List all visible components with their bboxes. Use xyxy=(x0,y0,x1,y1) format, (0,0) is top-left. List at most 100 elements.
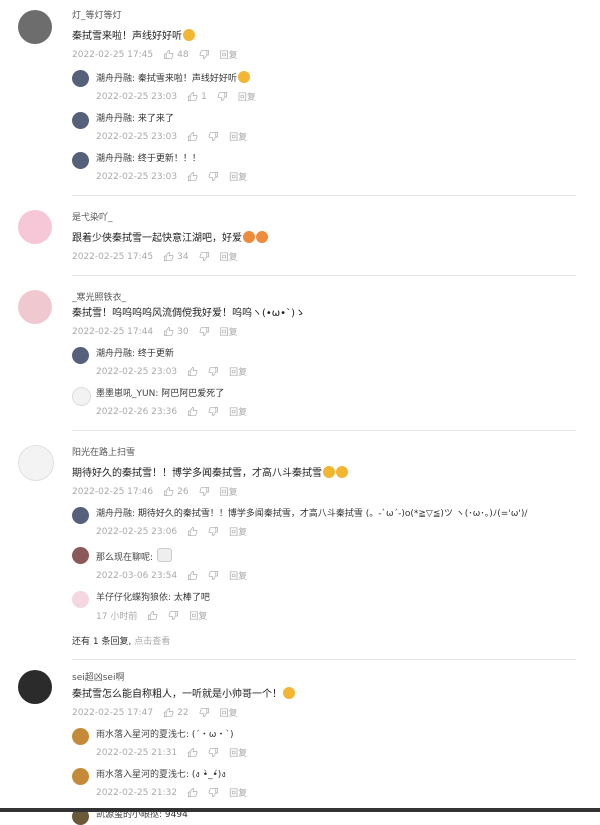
comment-author[interactable]: 灯_等灯等灯 xyxy=(72,8,576,21)
reply-item: 墨墨崽吼_YUN: 阿巴阿巴爱死了 2022-02-26 23:36 回复 xyxy=(72,387,576,418)
heart-eyes-emoji-icon xyxy=(243,231,255,243)
like-button[interactable] xyxy=(187,131,198,142)
dislike-button[interactable] xyxy=(217,91,228,102)
comment-thread: sei超凶sei啊 秦拭雪怎么能自称粗人，一听就是小帅哥一个！ 2022-02-… xyxy=(0,660,600,825)
reply-text: (ง •̀_•́)ง xyxy=(191,770,226,780)
avatar[interactable] xyxy=(72,547,89,564)
avatar[interactable] xyxy=(18,290,52,324)
dislike-button[interactable] xyxy=(208,747,219,758)
dislike-button[interactable] xyxy=(208,131,219,142)
like-button[interactable]: 1 xyxy=(187,91,207,102)
reply-button[interactable]: 回复 xyxy=(220,706,238,719)
dislike-button[interactable] xyxy=(208,171,219,182)
like-button[interactable] xyxy=(187,366,198,377)
dislike-button[interactable] xyxy=(208,526,219,537)
bottom-scroll-bar xyxy=(0,808,600,812)
comment-author[interactable]: 阳光在路上扫雪 xyxy=(72,445,576,458)
thumb-up-icon xyxy=(187,747,198,758)
like-button[interactable] xyxy=(187,747,198,758)
reply-button[interactable]: 回复 xyxy=(229,786,247,799)
thumb-up-icon xyxy=(187,526,198,537)
reply-button[interactable]: 回复 xyxy=(229,569,247,582)
dislike-button[interactable] xyxy=(168,610,179,621)
comment-author[interactable]: _寒光照铁衣_ xyxy=(72,290,576,303)
reply-author[interactable]: 雨水落入星河的夏浅七: xyxy=(96,730,189,740)
thumb-down-icon xyxy=(199,251,210,262)
view-more-link[interactable]: 点击查看 xyxy=(134,637,170,647)
reply-author[interactable]: 潮舟丹融: xyxy=(96,114,135,124)
avatar[interactable] xyxy=(72,768,89,785)
reply-button[interactable]: 回复 xyxy=(220,250,238,263)
avatar[interactable] xyxy=(18,10,52,44)
reply-item: 雨水落入星河的夏浅七: (ง •̀_•́)ง 2022-02-25 21:32 … xyxy=(72,768,576,799)
reply-button[interactable]: 回复 xyxy=(229,170,247,183)
avatar[interactable] xyxy=(72,728,89,745)
reply-author[interactable]: 潮舟丹融: xyxy=(96,509,135,519)
dislike-button[interactable] xyxy=(208,787,219,798)
like-count: 22 xyxy=(177,707,189,718)
like-button[interactable] xyxy=(147,610,158,621)
reply-text: 阿巴阿巴爱死了 xyxy=(161,389,225,399)
reply-date: 17 小时前 xyxy=(96,612,138,622)
reply-author[interactable]: 潮舟丹融: xyxy=(96,349,135,359)
thumb-up-icon xyxy=(147,610,158,621)
like-button[interactable] xyxy=(187,526,198,537)
reply-author[interactable]: 潮舟丹融: xyxy=(96,74,135,84)
dislike-button[interactable] xyxy=(208,406,219,417)
more-replies-count: 还有 1 条回复, xyxy=(72,637,132,647)
avatar[interactable] xyxy=(18,670,52,704)
comment-date: 2022-02-25 17:44 xyxy=(72,326,154,337)
avatar[interactable] xyxy=(72,152,89,169)
like-button[interactable] xyxy=(187,171,198,182)
reply-author[interactable]: 雨水落入星河的夏浅七: xyxy=(96,770,189,780)
avatar[interactable] xyxy=(72,70,89,87)
thumb-up-icon xyxy=(187,91,198,102)
dislike-button[interactable] xyxy=(199,707,210,718)
reply-button[interactable]: 回复 xyxy=(229,365,247,378)
dislike-button[interactable] xyxy=(199,49,210,60)
more-replies: 还有 1 条回复, 点击查看 xyxy=(72,634,576,647)
avatar[interactable] xyxy=(18,445,54,481)
avatar[interactable] xyxy=(72,507,89,524)
dislike-button[interactable] xyxy=(208,366,219,377)
reply-button[interactable]: 回复 xyxy=(220,48,238,61)
reply-author[interactable]: 潮舟丹融: xyxy=(96,154,135,164)
thumb-down-icon xyxy=(208,526,219,537)
reply-button[interactable]: 回复 xyxy=(229,525,247,538)
avatar[interactable] xyxy=(72,347,89,364)
reply-button[interactable]: 回复 xyxy=(229,746,247,759)
reply-item: 潮舟丹融: 终于更新 2022-02-25 23:03 回复 xyxy=(72,347,576,378)
like-button[interactable] xyxy=(187,570,198,581)
like-button[interactable] xyxy=(187,406,198,417)
reply-button[interactable]: 回复 xyxy=(220,485,238,498)
thumb-down-icon xyxy=(217,91,228,102)
like-button[interactable]: 30 xyxy=(163,326,189,337)
like-button[interactable]: 22 xyxy=(163,707,189,718)
reply-button[interactable]: 回复 xyxy=(229,130,247,143)
reply-date: 2022-03-06 23:54 xyxy=(96,570,178,581)
like-button[interactable]: 34 xyxy=(163,251,189,262)
avatar[interactable] xyxy=(72,591,89,608)
reply-button[interactable]: 回复 xyxy=(189,609,207,622)
reply-button[interactable]: 回复 xyxy=(229,405,247,418)
reply-author[interactable]: 羊仔仔化蝶狗狼依: xyxy=(96,593,171,603)
reply-author[interactable]: 墨墨崽吼_YUN: xyxy=(96,389,158,399)
thumb-down-icon xyxy=(199,707,210,718)
dislike-button[interactable] xyxy=(199,251,210,262)
dislike-button[interactable] xyxy=(199,326,210,337)
dislike-button[interactable] xyxy=(208,570,219,581)
reply-button[interactable]: 回复 xyxy=(220,325,238,338)
like-button[interactable]: 48 xyxy=(163,49,189,60)
like-button[interactable]: 26 xyxy=(163,486,189,497)
reply-author[interactable]: 那么现在聊呢: xyxy=(96,553,153,563)
avatar[interactable] xyxy=(72,112,89,129)
reply-text: (´・ω・`) xyxy=(191,730,234,740)
comment-author[interactable]: 是弋染吖_ xyxy=(72,210,576,223)
like-button[interactable] xyxy=(187,787,198,798)
comment-author[interactable]: sei超凶sei啊 xyxy=(72,670,576,683)
avatar[interactable] xyxy=(72,387,91,406)
reply-text: 终于更新 xyxy=(137,349,174,359)
reply-button[interactable]: 回复 xyxy=(238,90,256,103)
avatar[interactable] xyxy=(18,210,52,244)
dislike-button[interactable] xyxy=(199,486,210,497)
